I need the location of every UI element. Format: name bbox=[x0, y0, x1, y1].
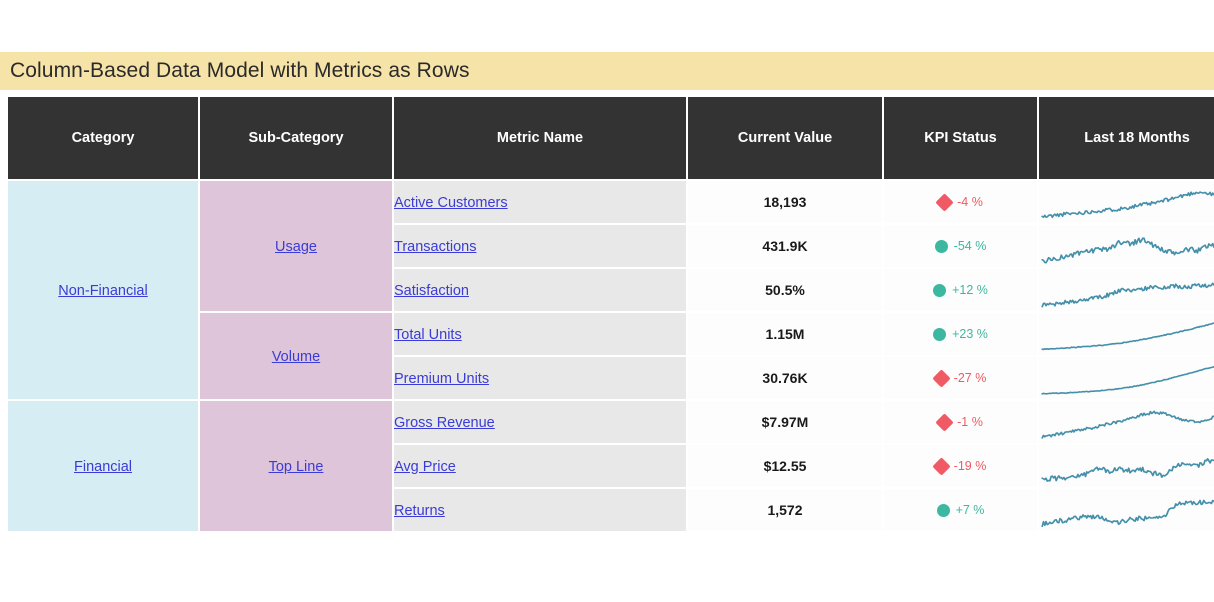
table-header: Category Sub-Category Metric Name Curren… bbox=[8, 97, 1214, 180]
cell-sparkline bbox=[1038, 180, 1214, 224]
sparkline-chart bbox=[1039, 358, 1214, 398]
cell-sub-category: Volume bbox=[199, 312, 393, 400]
cell-current-value: 18,193 bbox=[687, 180, 883, 224]
kpi-delta-text: -1 % bbox=[957, 415, 983, 429]
metric-name-link[interactable]: Gross Revenue bbox=[394, 415, 495, 431]
sub-category-link[interactable]: Usage bbox=[275, 239, 317, 255]
column-header-metric-name[interactable]: Metric Name bbox=[393, 97, 687, 180]
cell-kpi-status: -4 % bbox=[883, 180, 1038, 224]
column-header-kpi-status[interactable]: KPI Status bbox=[883, 97, 1038, 180]
cell-current-value: 50.5% bbox=[687, 268, 883, 312]
kpi-diamond-icon bbox=[935, 193, 953, 211]
cell-kpi-status: +23 % bbox=[883, 312, 1038, 356]
sparkline-chart bbox=[1039, 226, 1214, 266]
kpi-delta-text: -54 % bbox=[954, 239, 987, 253]
page-title: Column-Based Data Model with Metrics as … bbox=[0, 59, 470, 83]
kpi-delta-text: -27 % bbox=[954, 371, 987, 385]
sparkline-chart bbox=[1039, 446, 1214, 486]
cell-metric-name: Active Customers bbox=[393, 180, 687, 224]
cell-metric-name: Transactions bbox=[393, 224, 687, 268]
cell-sparkline bbox=[1038, 356, 1214, 400]
table-row: Non-FinancialUsageActive Customers18,193… bbox=[8, 180, 1214, 224]
cell-category: Non-Financial bbox=[8, 180, 199, 400]
kpi-delta-text: -4 % bbox=[957, 195, 983, 209]
kpi-delta-text: -19 % bbox=[954, 459, 987, 473]
sparkline-chart bbox=[1039, 270, 1214, 310]
category-link[interactable]: Non-Financial bbox=[58, 283, 147, 299]
sub-category-link[interactable]: Volume bbox=[272, 349, 320, 365]
cell-metric-name: Gross Revenue bbox=[393, 400, 687, 444]
cell-metric-name: Satisfaction bbox=[393, 268, 687, 312]
cell-current-value: $7.97M bbox=[687, 400, 883, 444]
metric-name-link[interactable]: Premium Units bbox=[394, 371, 489, 387]
sparkline-chart bbox=[1039, 490, 1214, 530]
column-header-category[interactable]: Category bbox=[8, 97, 199, 180]
category-link[interactable]: Financial bbox=[74, 459, 132, 475]
metric-name-link[interactable]: Returns bbox=[394, 503, 445, 519]
table-row: FinancialTop LineGross Revenue$7.97M-1 % bbox=[8, 400, 1214, 444]
cell-kpi-status: -19 % bbox=[883, 444, 1038, 488]
metric-name-link[interactable]: Transactions bbox=[394, 239, 476, 255]
cell-current-value: 30.76K bbox=[687, 356, 883, 400]
metric-name-link[interactable]: Satisfaction bbox=[394, 283, 469, 299]
column-header-sub-category[interactable]: Sub-Category bbox=[199, 97, 393, 180]
kpi-circle-icon bbox=[933, 284, 946, 297]
kpi-delta-text: +7 % bbox=[956, 503, 985, 517]
kpi-diamond-icon bbox=[932, 457, 950, 475]
cell-sparkline bbox=[1038, 444, 1214, 488]
cell-kpi-status: +12 % bbox=[883, 268, 1038, 312]
sparkline-chart bbox=[1039, 182, 1214, 222]
cell-kpi-status: -27 % bbox=[883, 356, 1038, 400]
title-banner: Column-Based Data Model with Metrics as … bbox=[0, 52, 1214, 90]
cell-kpi-status: -54 % bbox=[883, 224, 1038, 268]
kpi-diamond-icon bbox=[935, 413, 953, 431]
metric-name-link[interactable]: Active Customers bbox=[394, 195, 508, 211]
cell-metric-name: Avg Price bbox=[393, 444, 687, 488]
cell-sparkline bbox=[1038, 224, 1214, 268]
cell-sparkline bbox=[1038, 400, 1214, 444]
cell-metric-name: Returns bbox=[393, 488, 687, 532]
header-row: Category Sub-Category Metric Name Curren… bbox=[8, 97, 1214, 180]
cell-current-value: 1,572 bbox=[687, 488, 883, 532]
cell-kpi-status: -1 % bbox=[883, 400, 1038, 444]
metrics-matrix-table: Category Sub-Category Metric Name Curren… bbox=[8, 97, 1214, 533]
cell-metric-name: Premium Units bbox=[393, 356, 687, 400]
sparkline-chart bbox=[1039, 314, 1214, 354]
kpi-circle-icon bbox=[933, 328, 946, 341]
metric-name-link[interactable]: Total Units bbox=[394, 327, 462, 343]
cell-metric-name: Total Units bbox=[393, 312, 687, 356]
kpi-circle-icon bbox=[935, 240, 948, 253]
metric-name-link[interactable]: Avg Price bbox=[394, 459, 456, 475]
kpi-delta-text: +23 % bbox=[952, 327, 988, 341]
kpi-diamond-icon bbox=[932, 369, 950, 387]
cell-category: Financial bbox=[8, 400, 199, 532]
cell-sub-category: Top Line bbox=[199, 400, 393, 532]
cell-sparkline bbox=[1038, 488, 1214, 532]
cell-sparkline bbox=[1038, 268, 1214, 312]
cell-sparkline bbox=[1038, 312, 1214, 356]
cell-current-value: $12.55 bbox=[687, 444, 883, 488]
cell-kpi-status: +7 % bbox=[883, 488, 1038, 532]
column-header-last-18-months[interactable]: Last 18 Months bbox=[1038, 97, 1214, 180]
kpi-circle-icon bbox=[937, 504, 950, 517]
kpi-delta-text: +12 % bbox=[952, 283, 988, 297]
sparkline-chart bbox=[1039, 402, 1214, 442]
cell-sub-category: Usage bbox=[199, 180, 393, 312]
cell-current-value: 1.15M bbox=[687, 312, 883, 356]
column-header-current-value[interactable]: Current Value bbox=[687, 97, 883, 180]
cell-current-value: 431.9K bbox=[687, 224, 883, 268]
sub-category-link[interactable]: Top Line bbox=[269, 459, 324, 475]
table-body: Non-Financial Usage Active Customers 18,193… bbox=[8, 180, 1214, 532]
